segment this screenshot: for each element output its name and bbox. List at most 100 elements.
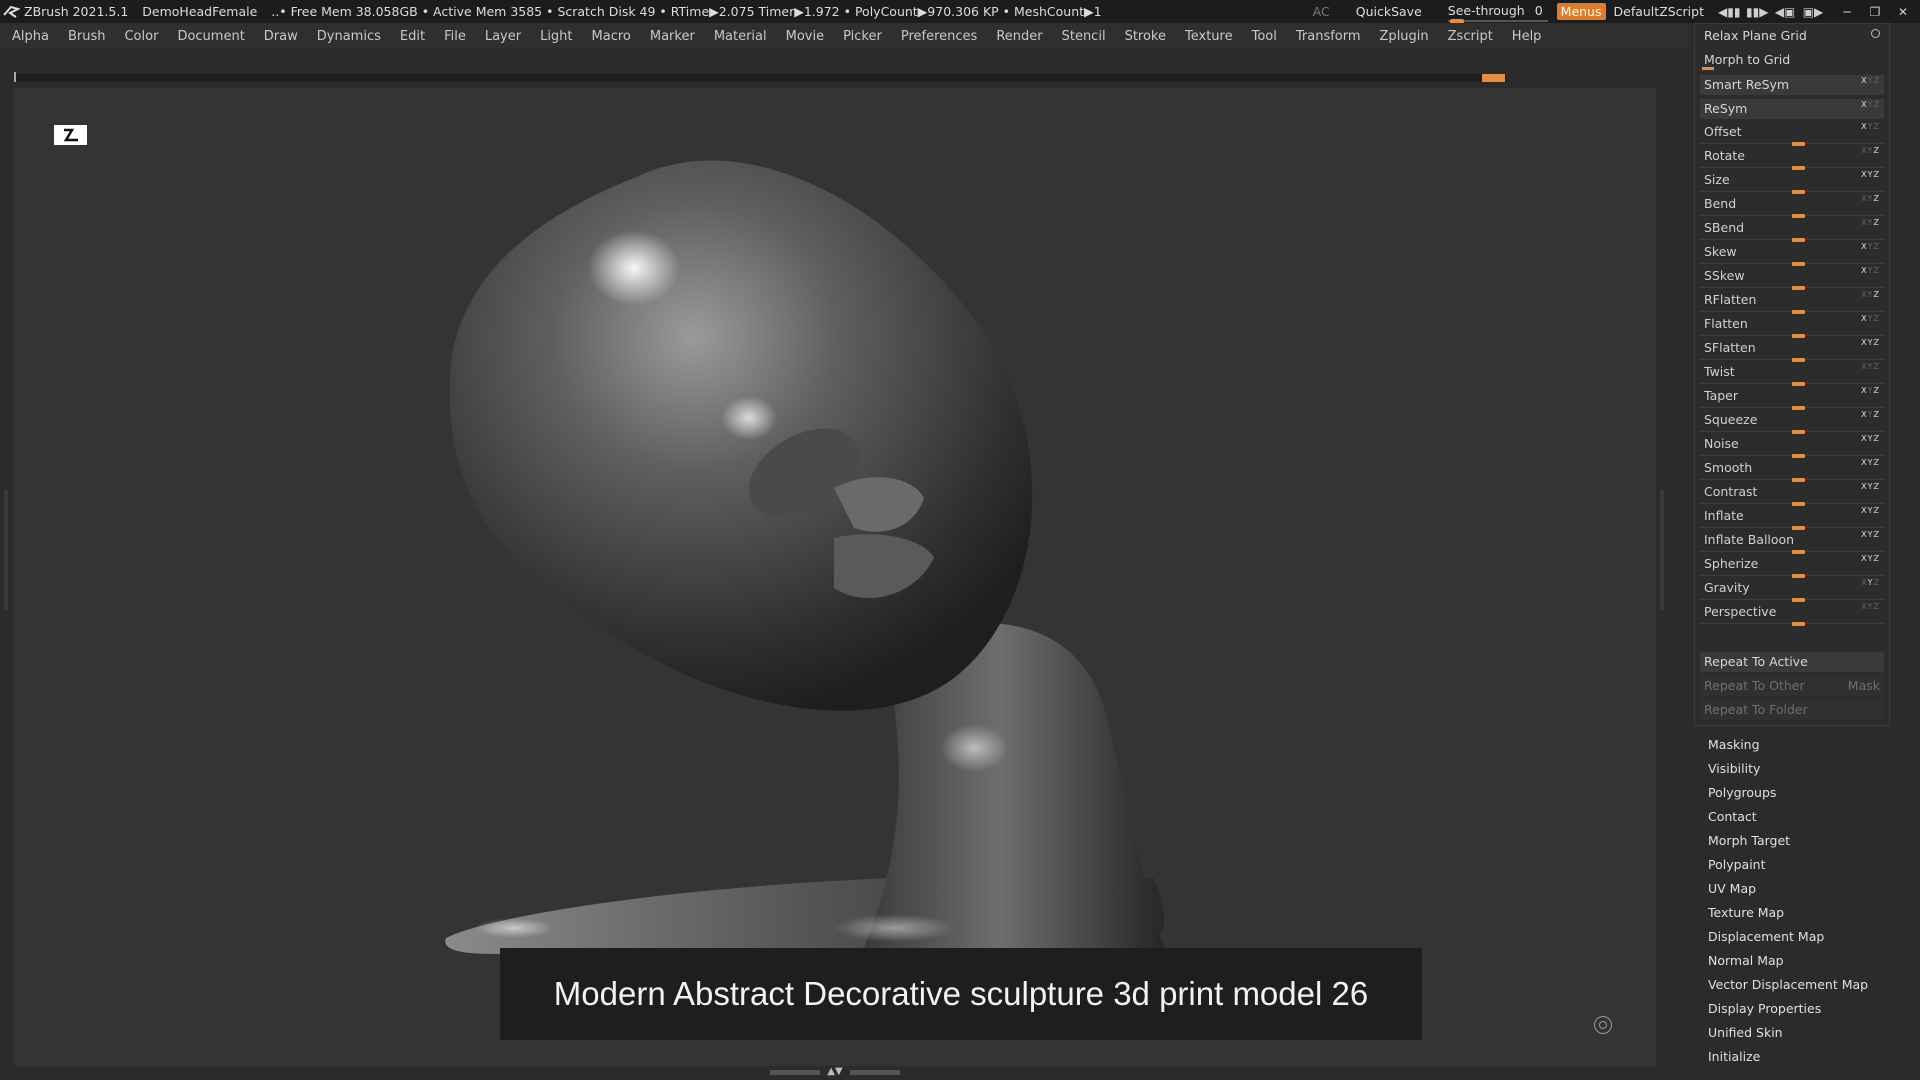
relax-plane-grid-button[interactable]: Relax Plane Grid: [1700, 26, 1884, 46]
rflatten-slider[interactable]: RFlatten XYZ: [1700, 290, 1884, 314]
subpalette-polygroups[interactable]: Polygroups: [1708, 784, 1908, 808]
menu-tool[interactable]: Tool: [1252, 29, 1277, 44]
menu-dynamics[interactable]: Dynamics: [317, 29, 381, 44]
subpalette-polypaint[interactable]: Polypaint: [1708, 856, 1908, 880]
menu-alpha[interactable]: Alpha: [12, 29, 49, 44]
subpalette-contact[interactable]: Contact: [1708, 808, 1908, 832]
menu-movie[interactable]: Movie: [786, 29, 824, 44]
twist-slider[interactable]: Twist XYZ: [1700, 362, 1884, 386]
rflatten-axis-toggles[interactable]: XYZ: [1861, 290, 1880, 299]
menu-transform[interactable]: Transform: [1296, 29, 1361, 44]
repeat-to-active-button[interactable]: Repeat To Active: [1700, 652, 1884, 672]
gyro-target-icon[interactable]: [1594, 1016, 1612, 1034]
menu-macro[interactable]: Macro: [592, 29, 631, 44]
bottom-tray-handle[interactable]: ▲▼: [770, 1067, 900, 1077]
smart-resym-button[interactable]: Smart ReSym XYZ: [1700, 75, 1884, 95]
default-zscript-button[interactable]: DefaultZScript: [1614, 4, 1705, 19]
menu-zplugin[interactable]: Zplugin: [1380, 29, 1429, 44]
contrast-axis-toggles[interactable]: XYZ: [1861, 482, 1880, 491]
left-tray-handle[interactable]: [4, 490, 8, 610]
gravity-slider[interactable]: Gravity XYZ: [1700, 578, 1884, 602]
quicksave-button[interactable]: QuickSave: [1356, 4, 1422, 19]
bend-slider[interactable]: Bend XYZ: [1700, 194, 1884, 218]
subpalette-masking[interactable]: Masking: [1708, 736, 1908, 760]
squeeze-axis-toggles[interactable]: XYZ: [1861, 410, 1880, 419]
canvas-viewport[interactable]: Modern Abstract Decorative sculpture 3d …: [14, 88, 1656, 1066]
expand-arrows-icon[interactable]: ▲▼: [827, 1067, 842, 1077]
menu-file[interactable]: File: [444, 29, 466, 44]
timeline-track[interactable]: [14, 72, 1506, 82]
inflate-balloon-axis-toggles[interactable]: XYZ: [1861, 530, 1880, 539]
twist-axis-toggles[interactable]: XYZ: [1861, 362, 1880, 371]
menu-layer[interactable]: Layer: [485, 29, 521, 44]
taper-slider[interactable]: Taper XYZ: [1700, 386, 1884, 410]
sbend-slider[interactable]: SBend XYZ: [1700, 218, 1884, 242]
repeat-mask-toggle[interactable]: Mask: [1848, 678, 1880, 693]
menu-document[interactable]: Document: [177, 29, 244, 44]
menu-light[interactable]: Light: [540, 29, 572, 44]
bend-axis-toggles[interactable]: XYZ: [1861, 194, 1880, 203]
menu-zscript[interactable]: Zscript: [1448, 29, 1493, 44]
squeeze-slider[interactable]: Squeeze XYZ: [1700, 410, 1884, 434]
floor-grid-icon[interactable]: [54, 125, 87, 145]
perspective-slider[interactable]: Perspective XYZ: [1700, 602, 1884, 626]
subpalette-texture-map[interactable]: Texture Map: [1708, 904, 1908, 928]
flatten-slider[interactable]: Flatten XYZ: [1700, 314, 1884, 338]
sculpture-model[interactable]: [14, 88, 1656, 1066]
spherize-slider[interactable]: Spherize XYZ: [1700, 554, 1884, 578]
minimize-icon[interactable]: ─: [1836, 5, 1858, 19]
subpalette-display-properties[interactable]: Display Properties: [1708, 1000, 1908, 1024]
settings-circle-icon[interactable]: [1871, 29, 1880, 38]
menu-draw[interactable]: Draw: [264, 29, 298, 44]
menu-picker[interactable]: Picker: [843, 29, 882, 44]
subpalette-vector-displacement-map[interactable]: Vector Displacement Map: [1708, 976, 1908, 1000]
subpalette-normal-map[interactable]: Normal Map: [1708, 952, 1908, 976]
skew-axis-toggles[interactable]: XYZ: [1861, 242, 1880, 251]
ac-toggle[interactable]: AC: [1313, 4, 1330, 19]
ui-swap-right-icon[interactable]: ▣▶: [1802, 5, 1824, 19]
resym-button[interactable]: ReSym XYZ: [1700, 99, 1884, 119]
rotate-axis-toggles[interactable]: XYZ: [1861, 146, 1880, 155]
inflate-axis-toggles[interactable]: XYZ: [1861, 506, 1880, 515]
smooth-axis-toggles[interactable]: XYZ: [1861, 458, 1880, 467]
repeat-to-folder-button[interactable]: Repeat To Folder: [1700, 700, 1884, 720]
resym-axis-toggles[interactable]: XYZ: [1861, 100, 1880, 109]
timeline-cursor[interactable]: [1482, 74, 1505, 82]
noise-axis-toggles[interactable]: XYZ: [1861, 434, 1880, 443]
right-tray-handle[interactable]: [1660, 490, 1664, 610]
menu-edit[interactable]: Edit: [400, 29, 425, 44]
offset-axis-toggles[interactable]: XYZ: [1861, 122, 1880, 131]
perspective-thumb[interactable]: [1792, 622, 1805, 626]
inflate-slider[interactable]: Inflate XYZ: [1700, 506, 1884, 530]
gravity-axis-toggles[interactable]: XYZ: [1861, 578, 1880, 587]
menus-toggle-button[interactable]: Menus: [1556, 3, 1606, 20]
size-axis-toggles[interactable]: XYZ: [1861, 170, 1880, 179]
menu-render[interactable]: Render: [996, 29, 1042, 44]
rotate-slider[interactable]: Rotate XYZ: [1700, 146, 1884, 170]
sbend-axis-toggles[interactable]: XYZ: [1861, 218, 1880, 227]
sskew-slider[interactable]: SSkew XYZ: [1700, 266, 1884, 290]
taper-axis-toggles[interactable]: XYZ: [1861, 386, 1880, 395]
repeat-to-other-button[interactable]: Repeat To Other Mask: [1700, 676, 1884, 696]
smart-resym-axis-toggles[interactable]: XYZ: [1861, 76, 1880, 85]
sflatten-slider[interactable]: SFlatten XYZ: [1700, 338, 1884, 362]
contrast-slider[interactable]: Contrast XYZ: [1700, 482, 1884, 506]
subpalette-displacement-map[interactable]: Displacement Map: [1708, 928, 1908, 952]
menu-stencil[interactable]: Stencil: [1062, 29, 1106, 44]
layout-cycle-icon[interactable]: ◀▮▮: [1718, 5, 1740, 19]
menu-stroke[interactable]: Stroke: [1125, 29, 1166, 44]
noise-slider[interactable]: Noise XYZ: [1700, 434, 1884, 458]
skew-slider[interactable]: Skew XYZ: [1700, 242, 1884, 266]
sskew-axis-toggles[interactable]: XYZ: [1861, 266, 1880, 275]
inflate-balloon-slider[interactable]: Inflate Balloon XYZ: [1700, 530, 1884, 554]
layout-next-icon[interactable]: ▮▮▶: [1746, 5, 1768, 19]
flatten-axis-toggles[interactable]: XYZ: [1861, 314, 1880, 323]
menu-help[interactable]: Help: [1512, 29, 1542, 44]
subpalette-initialize[interactable]: Initialize: [1708, 1048, 1908, 1072]
menu-marker[interactable]: Marker: [650, 29, 695, 44]
offset-slider[interactable]: Offset XYZ: [1700, 122, 1884, 146]
morph-to-grid-button[interactable]: Morph to Grid: [1700, 50, 1884, 70]
subpalette-uv-map[interactable]: UV Map: [1708, 880, 1908, 904]
smooth-slider[interactable]: Smooth XYZ: [1700, 458, 1884, 482]
spherize-axis-toggles[interactable]: XYZ: [1861, 554, 1880, 563]
